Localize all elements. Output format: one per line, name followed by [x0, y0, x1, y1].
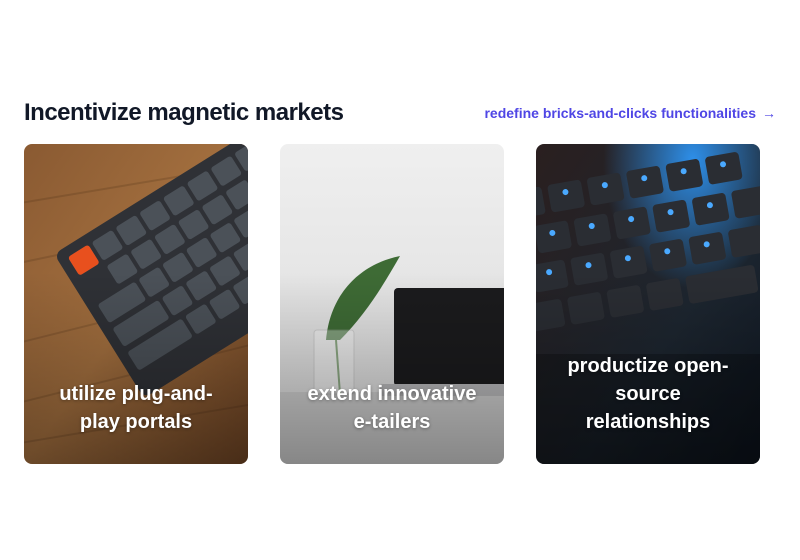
card-3[interactable]: productize open-source relationships — [536, 144, 760, 464]
section-header: Incentivize magnetic markets redefine br… — [24, 96, 776, 130]
arrow-right-icon: → — [762, 105, 776, 121]
card-caption: extend innovative e-tailers — [307, 383, 477, 433]
card-1[interactable]: utilize plug-and-play portals — [24, 144, 248, 464]
section-link-label: redefine bricks-and-clicks functionaliti… — [484, 105, 756, 121]
section-link[interactable]: redefine bricks-and-clicks functionaliti… — [484, 105, 776, 121]
card-caption: utilize plug-and-play portals — [59, 383, 213, 433]
card-caption: productize open-source relationships — [567, 355, 729, 433]
section-title: Incentivize magnetic markets — [24, 99, 344, 126]
card-2[interactable]: extend innovative e-tailers — [280, 144, 504, 464]
